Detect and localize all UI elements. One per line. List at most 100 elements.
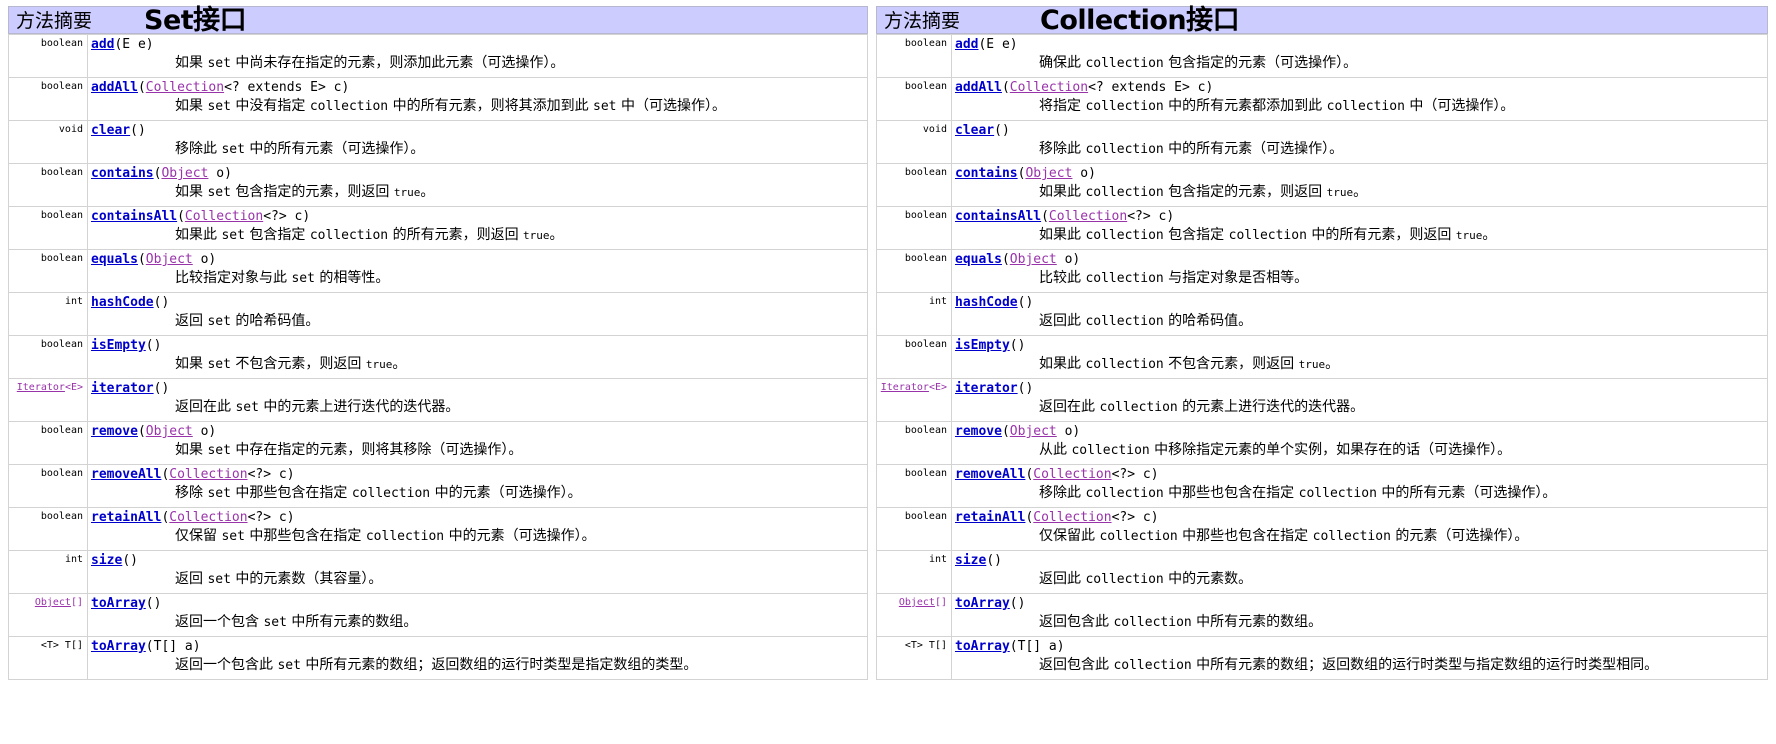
method-entry: size() 返回 set 中的元素数（其容量）。 — [87, 550, 868, 594]
method-signature[interactable]: remove(Object o) — [91, 424, 864, 440]
method-row: Iterator<E> iterator() 返回在此 set 中的元素上进行迭代的… — [8, 378, 868, 422]
method-description: 返回 set 的哈希码值。 — [175, 313, 320, 329]
method-description: 仅保留此 collection 中那些也包含在指定 collection 的元素… — [1039, 528, 1529, 544]
method-description: 返回在此 collection 的元素上进行迭代的迭代器。 — [1039, 399, 1365, 415]
method-description: 从此 collection 中移除指定元素的单个实例，如果存在的话（可选操作）。 — [1039, 442, 1512, 458]
method-signature[interactable]: add(E e) — [91, 37, 864, 53]
method-description: 比较指定对象与此 set 的相等性。 — [175, 270, 390, 286]
method-summary-header-collection: 方法摘要 — [876, 6, 1768, 34]
method-description: 如果 set 包含指定的元素，则返回 true。 — [175, 184, 435, 200]
method-entry: retainAll(Collection<?> c) 仅保留 set 中那些包含在… — [87, 507, 868, 551]
method-signature[interactable]: toArray() — [955, 596, 1764, 612]
method-description: 返回此 collection 中的元素数。 — [1039, 571, 1253, 587]
method-row: boolean retainAll(Collection<?> c) 仅保留 set… — [8, 507, 868, 551]
method-entry: toArray() 返回包含此 collection 中所有元素的数组。 — [951, 593, 1768, 637]
method-description: 如果此 collection 包含指定 collection 中的所有元素，则返… — [1039, 227, 1497, 243]
method-return-type: boolean — [8, 206, 88, 250]
method-description: 如果 set 不包含元素，则返回 true。 — [175, 356, 407, 372]
method-signature[interactable]: contains(Object o) — [955, 166, 1764, 182]
method-return-type: Iterator<E> — [8, 378, 88, 422]
method-row: boolean equals(Object o) 比较指定对象与此 set 的相等性… — [8, 249, 868, 293]
method-signature[interactable]: remove(Object o) — [955, 424, 1764, 440]
method-description: 返回一个包含 set 中所有元素的数组。 — [175, 614, 418, 630]
method-signature[interactable]: size() — [955, 553, 1764, 569]
method-description: 如果此 collection 不包含元素，则返回 true。 — [1039, 356, 1340, 372]
method-signature[interactable]: removeAll(Collection<?> c) — [91, 467, 864, 483]
method-entry: add(E e) 如果 set 中尚未存在指定的元素，则添加此元素（可选操作）。 — [87, 34, 868, 78]
method-entry: hashCode() 返回 set 的哈希码值。 — [87, 292, 868, 336]
method-signature[interactable]: toArray() — [91, 596, 864, 612]
method-signature[interactable]: retainAll(Collection<?> c) — [91, 510, 864, 526]
method-signature[interactable]: removeAll(Collection<?> c) — [955, 467, 1764, 483]
method-return-type: void — [8, 120, 88, 164]
method-summary-label-set: 方法摘要 — [16, 10, 93, 32]
method-entry: hashCode() 返回此 collection 的哈希码值。 — [951, 292, 1768, 336]
method-return-type: boolean — [8, 421, 88, 465]
method-return-type: boolean — [876, 34, 952, 78]
method-signature[interactable]: addAll(Collection<? extends E> c) — [955, 80, 1764, 96]
method-entry: isEmpty() 如果此 collection 不包含元素，则返回 true。 — [951, 335, 1768, 379]
method-signature[interactable]: hashCode() — [91, 295, 864, 311]
method-row: Iterator<E> iterator() 返回在此 collection 的元素… — [876, 378, 1768, 422]
method-signature[interactable]: toArray(T[] a) — [91, 639, 864, 655]
method-row: boolean removeAll(Collection<?> c) 移除 set … — [8, 464, 868, 508]
method-entry: size() 返回此 collection 中的元素数。 — [951, 550, 1768, 594]
method-entry: contains(Object o) 如果此 collection 包含指定的元素… — [951, 163, 1768, 207]
method-signature[interactable]: iterator() — [91, 381, 864, 397]
method-table-set: boolean add(E e) 如果 set 中尚未存在指定的元素，则添加此元素（… — [8, 34, 868, 680]
method-return-type: <T> T[] — [876, 636, 952, 680]
method-signature[interactable]: iterator() — [955, 381, 1764, 397]
method-row: boolean equals(Object o) 比较此 collection 与指… — [876, 249, 1768, 293]
method-description: 如果此 collection 包含指定的元素，则返回 true。 — [1039, 184, 1368, 200]
method-return-type: boolean — [876, 77, 952, 121]
method-table-body-collection: boolean add(E e) 确保此 collection 包含指定的元素（可选… — [876, 34, 1768, 680]
method-row: boolean isEmpty() 如果 set 不包含元素，则返回 true。 — [8, 335, 868, 379]
method-return-type: boolean — [876, 335, 952, 379]
method-description: 如果 set 中尚未存在指定的元素，则添加此元素（可选操作）。 — [175, 55, 565, 71]
method-return-type: int — [8, 550, 88, 594]
method-signature[interactable]: size() — [91, 553, 864, 569]
method-row: <T> T[] toArray(T[] a) 返回一个包含此 set 中所有元素的数… — [8, 636, 868, 680]
method-signature[interactable]: retainAll(Collection<?> c) — [955, 510, 1764, 526]
method-signature[interactable]: clear() — [955, 123, 1764, 139]
method-row: <T> T[] toArray(T[] a) 返回包含此 collection 中所… — [876, 636, 1768, 680]
method-description: 将指定 collection 中的所有元素都添加到此 collection 中（… — [1039, 98, 1515, 114]
method-entry: add(E e) 确保此 collection 包含指定的元素（可选操作）。 — [951, 34, 1768, 78]
method-entry: iterator() 返回在此 collection 的元素上进行迭代的迭代器。 — [951, 378, 1768, 422]
panel-title-set: Set接口 — [144, 5, 247, 36]
method-row: boolean retainAll(Collection<?> c) 仅保留此 co… — [876, 507, 1768, 551]
method-return-type: int — [876, 292, 952, 336]
method-signature[interactable]: contains(Object o) — [91, 166, 864, 182]
method-description: 返回一个包含此 set 中所有元素的数组；返回数组的运行时类型是指定数组的类型。 — [175, 657, 698, 673]
method-summary-panel-set: 方法摘要 boolean add(E e) 如果 set 中尚未存在指定的元素，则添… — [8, 6, 868, 680]
method-table-collection: boolean add(E e) 确保此 collection 包含指定的元素（可选… — [876, 34, 1768, 680]
method-signature[interactable]: isEmpty() — [91, 338, 864, 354]
method-signature[interactable]: isEmpty() — [955, 338, 1764, 354]
method-return-type: void — [876, 120, 952, 164]
method-return-type: boolean — [8, 464, 88, 508]
method-row: boolean isEmpty() 如果此 collection 不包含元素，则返回… — [876, 335, 1768, 379]
method-signature[interactable]: toArray(T[] a) — [955, 639, 1764, 655]
method-signature[interactable]: clear() — [91, 123, 864, 139]
method-signature[interactable]: containsAll(Collection<?> c) — [955, 209, 1764, 225]
method-signature[interactable]: add(E e) — [955, 37, 1764, 53]
method-row: boolean removeAll(Collection<?> c) 移除此 col… — [876, 464, 1768, 508]
method-summary-label-collection: 方法摘要 — [884, 10, 961, 32]
method-return-type: Object[] — [876, 593, 952, 637]
method-return-type: <T> T[] — [8, 636, 88, 680]
method-description: 如果 set 中没有指定 collection 中的所有元素，则将其添加到此 s… — [175, 98, 726, 114]
method-entry: remove(Object o) 如果 set 中存在指定的元素，则将其移除（可选… — [87, 421, 868, 465]
method-signature[interactable]: equals(Object o) — [91, 252, 864, 268]
method-signature[interactable]: hashCode() — [955, 295, 1764, 311]
method-signature[interactable]: addAll(Collection<? extends E> c) — [91, 80, 864, 96]
method-signature[interactable]: equals(Object o) — [955, 252, 1764, 268]
method-row: void clear() 移除此 collection 中的所有元素（可选操作）。 — [876, 120, 1768, 164]
method-row: boolean remove(Object o) 如果 set 中存在指定的元素，则… — [8, 421, 868, 465]
method-entry: equals(Object o) 比较此 collection 与指定对象是否相等… — [951, 249, 1768, 293]
method-row: int hashCode() 返回 set 的哈希码值。 — [8, 292, 868, 336]
method-row: boolean addAll(Collection<? extends E> c)… — [876, 77, 1768, 121]
method-description: 比较此 collection 与指定对象是否相等。 — [1039, 270, 1309, 286]
method-entry: isEmpty() 如果 set 不包含元素，则返回 true。 — [87, 335, 868, 379]
method-signature[interactable]: containsAll(Collection<?> c) — [91, 209, 864, 225]
method-entry: addAll(Collection<? extends E> c) 如果 set … — [87, 77, 868, 121]
